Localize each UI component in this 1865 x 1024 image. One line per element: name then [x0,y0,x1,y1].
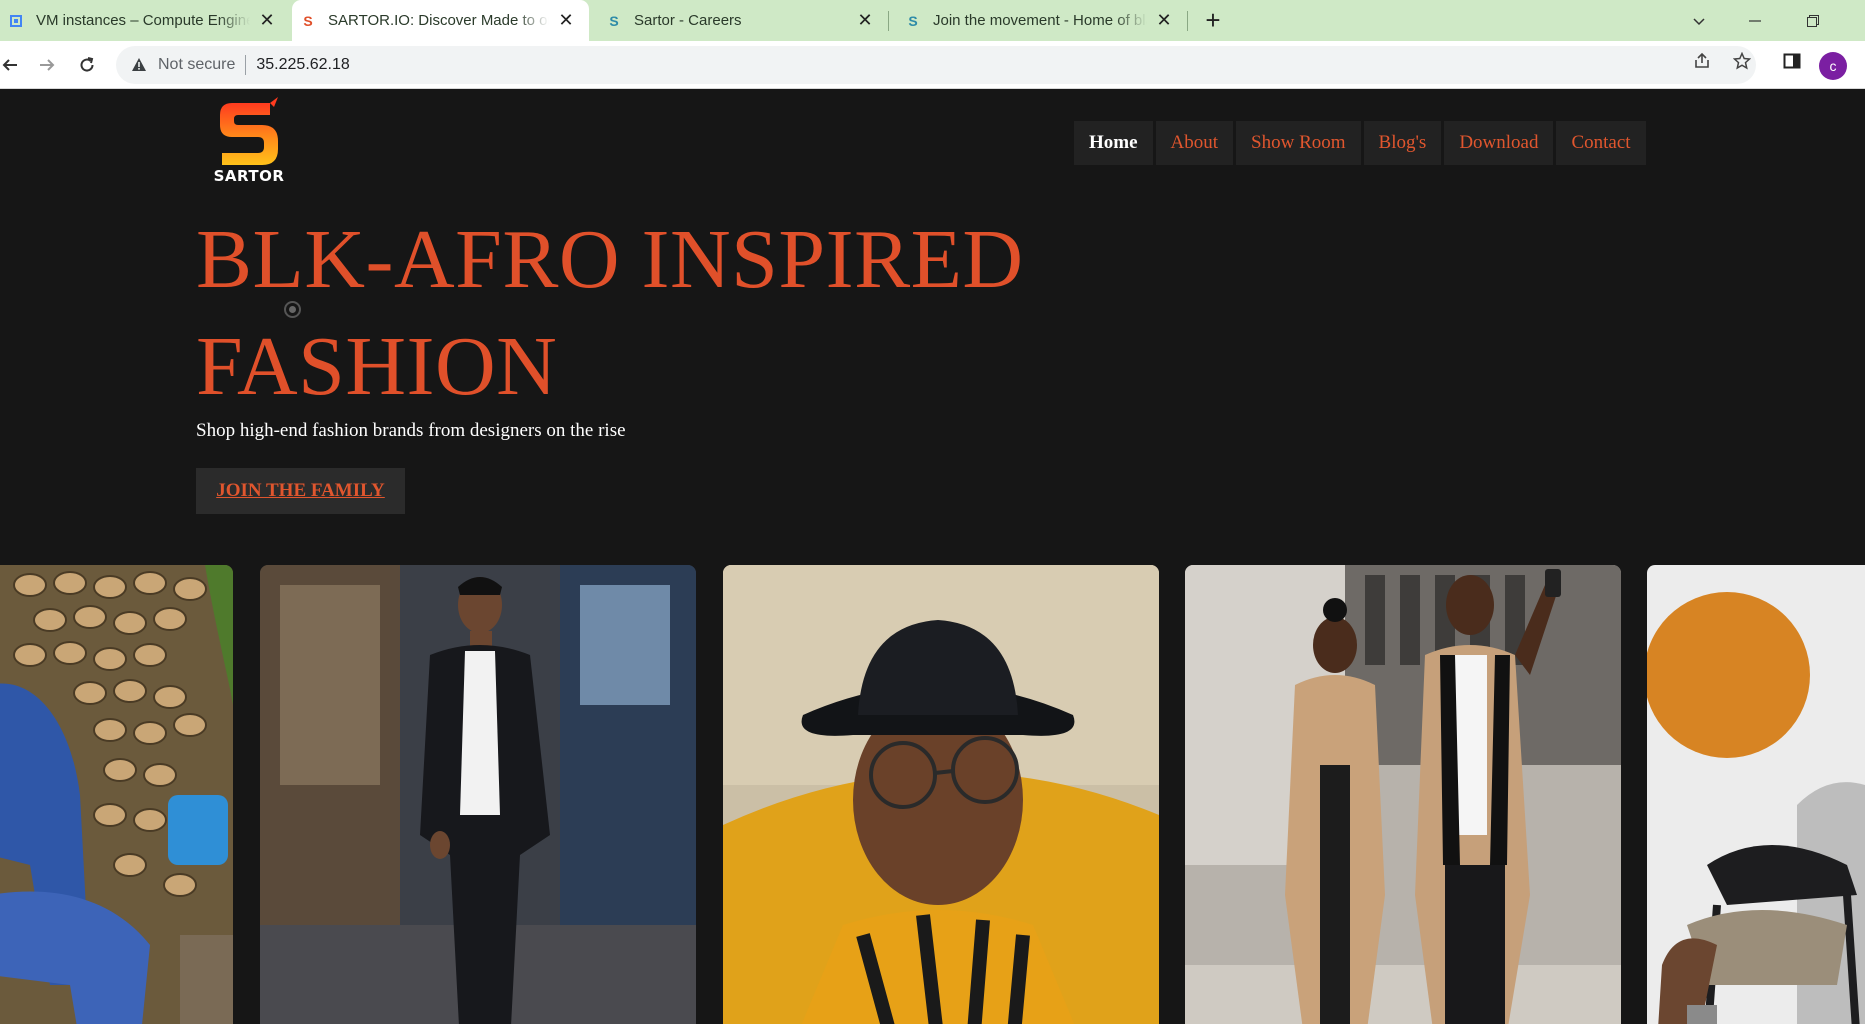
main-navigation: Home About Show Room Blog's Download Con… [1074,121,1646,165]
browser-tab[interactable]: VM instances – Compute Engine ✕ [0,0,290,41]
nav-home[interactable]: Home [1074,121,1153,165]
restore-icon[interactable] [1789,0,1837,41]
new-tab-icon[interactable]: + [1199,5,1227,35]
page-viewport: SARTOR Home About Show Room Blog's Downl… [0,89,1865,1024]
cursor-indicator [284,301,301,318]
model-hat-glasses-photo[interactable] [723,565,1159,1024]
share-icon[interactable] [1691,50,1713,72]
back-arrow-icon[interactable] [0,49,26,81]
browser-toolbar: Not secure 35.225.62.18 c [0,41,1865,89]
tab-title: VM instances – Compute Engine [36,12,250,29]
forward-arrow-icon[interactable] [31,49,63,81]
minimize-icon[interactable] [1731,0,1779,41]
address-bar[interactable]: Not secure 35.225.62.18 [116,46,1756,84]
sartor-favicon: S [303,12,313,29]
hero-subtitle: Shop high-end fashion brands from design… [196,420,626,441]
tab-divider [888,11,889,31]
nav-download[interactable]: Download [1444,121,1554,165]
nav-blogs[interactable]: Blog's [1363,121,1442,165]
model-blue-suit-photo[interactable] [0,565,233,1024]
close-tab-icon[interactable]: ✕ [555,10,577,32]
browser-tab-bar: VM instances – Compute Engine ✕ S SARTOR… [0,0,1865,41]
sartor-careers-favicon: S [609,12,619,29]
sartor-careers-favicon: S [908,12,918,29]
model-chair-orange-circle-photo[interactable] [1647,565,1865,1024]
url-text[interactable]: 35.225.62.18 [256,56,349,74]
hero-title-line-2: FASHION [196,320,558,413]
tab-title: Sartor - Careers [634,12,742,29]
reload-icon[interactable] [71,49,103,81]
omnibox-divider [245,55,247,75]
security-label[interactable]: Not secure [158,56,235,74]
sartor-logo[interactable] [208,95,290,175]
tab-title: SARTOR.IO: Discover Made to order [328,12,549,29]
browser-tab[interactable]: S Sartor - Careers ✕ [598,0,888,41]
side-panel-icon[interactable] [1781,50,1803,72]
warning-triangle-icon[interactable] [130,56,148,74]
bookmark-star-icon[interactable] [1731,50,1753,72]
profile-avatar[interactable]: c [1819,52,1847,80]
nav-show-room[interactable]: Show Room [1236,121,1361,165]
close-tab-icon[interactable]: ✕ [854,10,876,32]
tab-title: Join the movement - Home of black [933,12,1147,29]
close-tab-icon[interactable]: ✕ [256,10,278,32]
browser-tab-active[interactable]: S SARTOR.IO: Discover Made to order ✕ [292,0,589,41]
hero-title-line-1: BLK-AFRO INSPIRED [196,213,1024,306]
couple-camel-coats-photo[interactable] [1185,565,1621,1024]
join-the-family-button[interactable]: JOIN THE FAMILY [196,468,405,514]
gallery [0,565,1865,1024]
model-black-suit-photo[interactable] [260,565,696,1024]
tab-divider [1187,11,1188,31]
gcp-compute-icon [8,13,24,29]
browser-tab[interactable]: S Join the movement - Home of black ✕ [897,0,1187,41]
close-tab-icon[interactable]: ✕ [1153,10,1175,32]
logo-wordmark: SARTOR [213,167,285,185]
nav-contact[interactable]: Contact [1556,121,1646,165]
tab-search-chevron-icon[interactable] [1675,0,1723,41]
nav-about[interactable]: About [1155,121,1234,165]
hero-title: BLK-AFRO INSPIRED FASHION [196,206,1196,420]
